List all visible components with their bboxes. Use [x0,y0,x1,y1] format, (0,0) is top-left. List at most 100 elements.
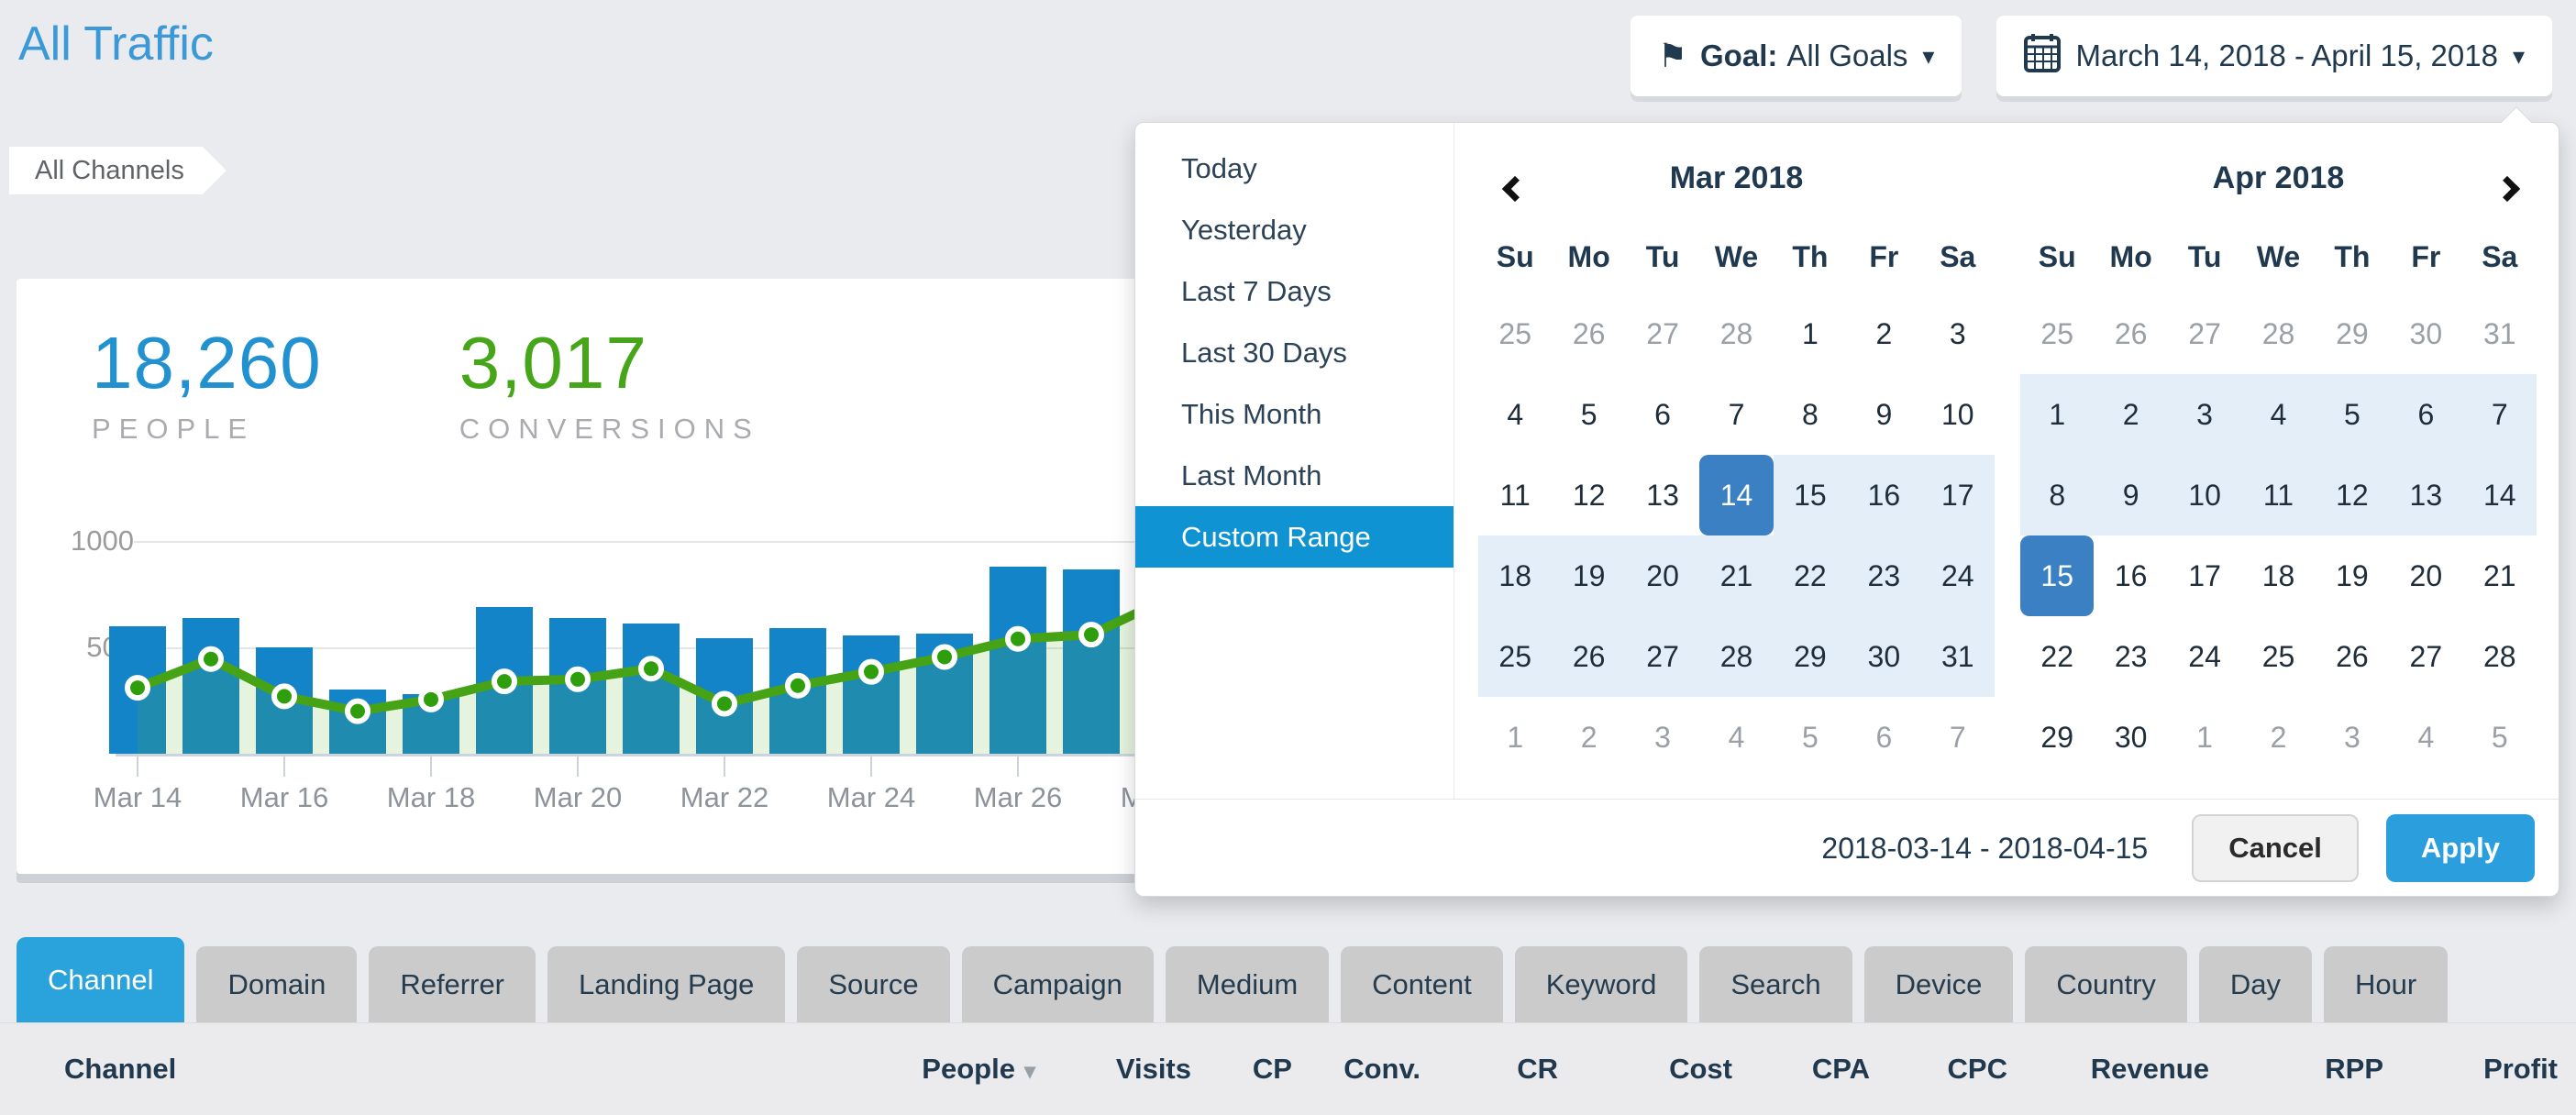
tab-content[interactable]: Content [1341,946,1503,1022]
tab-country[interactable]: Country [2025,946,2187,1022]
day-cell[interactable]: 19 [1552,535,1625,616]
day-cell[interactable]: 7 [1921,697,1995,778]
tab-landing-page[interactable]: Landing Page [547,946,785,1022]
day-cell[interactable]: 10 [2168,455,2241,535]
day-cell[interactable]: 20 [2389,535,2462,616]
day-cell[interactable]: 26 [1552,616,1625,697]
day-cell[interactable]: 28 [2241,293,2315,374]
day-cell[interactable]: 25 [2241,616,2315,697]
day-cell[interactable]: 4 [2389,697,2462,778]
day-cell[interactable]: 9 [2094,455,2167,535]
column-header-visits[interactable]: Visits [1035,1053,1191,1086]
day-cell[interactable]: 11 [1478,455,1552,535]
day-cell[interactable]: 2 [2094,374,2167,455]
tab-referrer[interactable]: Referrer [369,946,536,1022]
day-cell[interactable]: 27 [2168,293,2241,374]
day-cell[interactable]: 18 [1478,535,1552,616]
day-cell[interactable]: 2 [1552,697,1625,778]
day-cell[interactable]: 5 [2463,697,2537,778]
day-cell[interactable]: 28 [2463,616,2537,697]
day-cell[interactable]: 24 [2168,616,2241,697]
day-cell[interactable]: 16 [1847,455,1920,535]
day-cell[interactable]: 22 [2020,616,2094,697]
day-cell[interactable]: 25 [2020,293,2094,374]
day-cell[interactable]: 1 [1774,293,1847,374]
goal-selector-button[interactable]: ⚑ Goal: All Goals ▾ [1631,16,1962,96]
day-cell[interactable]: 30 [2389,293,2462,374]
day-cell[interactable]: 1 [1478,697,1552,778]
day-cell[interactable]: 27 [1626,293,1699,374]
day-cell[interactable]: 3 [2168,374,2241,455]
day-cell[interactable]: 10 [1921,374,1995,455]
day-cell[interactable]: 1 [2168,697,2241,778]
column-header-people[interactable]: People▾ [889,1053,1035,1086]
day-cell[interactable]: 4 [2241,374,2315,455]
day-cell[interactable]: 5 [1774,697,1847,778]
day-cell[interactable]: 7 [2463,374,2537,455]
day-cell[interactable]: 8 [2020,455,2094,535]
day-cell[interactable]: 17 [2168,535,2241,616]
day-cell[interactable]: 12 [1552,455,1625,535]
day-cell[interactable]: 24 [1921,535,1995,616]
day-cell[interactable]: 29 [1774,616,1847,697]
day-cell[interactable]: 5 [2316,374,2389,455]
day-cell[interactable]: 13 [2389,455,2462,535]
day-cell[interactable]: 11 [2241,455,2315,535]
day-cell[interactable]: 17 [1921,455,1995,535]
column-header-rpp[interactable]: RPP [2209,1053,2383,1086]
day-cell[interactable]: 12 [2316,455,2389,535]
date-range-button[interactable]: March 14, 2018 - April 15, 2018 ▾ [1996,16,2552,96]
day-cell[interactable]: 26 [2094,293,2167,374]
apply-button[interactable]: Apply [2386,814,2535,882]
day-cell[interactable]: 6 [1626,374,1699,455]
day-cell[interactable]: 6 [2389,374,2462,455]
day-cell[interactable]: 20 [1626,535,1699,616]
preset-item-last-30-days[interactable]: Last 30 Days [1135,322,1454,383]
day-cell[interactable]: 28 [1699,293,1773,374]
day-cell[interactable]: 4 [1478,374,1552,455]
tab-device[interactable]: Device [1864,946,2014,1022]
day-cell[interactable]: 30 [1847,616,1920,697]
preset-item-last-month[interactable]: Last Month [1135,445,1454,506]
tab-hour[interactable]: Hour [2324,946,2448,1022]
day-cell[interactable]: 13 [1626,455,1699,535]
day-cell[interactable]: 31 [2463,293,2537,374]
day-cell[interactable]: 3 [2316,697,2389,778]
tab-channel[interactable]: Channel [17,937,184,1022]
day-cell[interactable]: 21 [2463,535,2537,616]
day-cell[interactable]: 31 [1921,616,1995,697]
tab-medium[interactable]: Medium [1166,946,1329,1022]
column-header-revenue[interactable]: Revenue [2007,1053,2209,1086]
day-cell[interactable]: 5 [1552,374,1625,455]
day-cell[interactable]: 3 [1921,293,1995,374]
day-cell[interactable]: 1 [2020,374,2094,455]
preset-item-this-month[interactable]: This Month [1135,383,1454,445]
day-cell[interactable]: 8 [1774,374,1847,455]
day-cell[interactable]: 23 [2094,616,2167,697]
cancel-button[interactable]: Cancel [2192,814,2359,882]
day-cell[interactable]: 15 [1774,455,1847,535]
column-header-channel[interactable]: Channel [64,1053,889,1086]
day-cell[interactable]: 2 [2241,697,2315,778]
column-header-profit[interactable]: Profit [2383,1053,2558,1086]
preset-item-last-7-days[interactable]: Last 7 Days [1135,260,1454,322]
preset-item-today[interactable]: Today [1135,138,1454,199]
day-cell[interactable]: 14 [2463,455,2537,535]
tab-day[interactable]: Day [2199,946,2312,1022]
preset-item-yesterday[interactable]: Yesterday [1135,199,1454,260]
day-cell[interactable]: 25 [1478,616,1552,697]
day-cell[interactable]: 22 [1774,535,1847,616]
day-cell[interactable]: 23 [1847,535,1920,616]
tab-domain[interactable]: Domain [196,946,357,1022]
day-cell[interactable]: 26 [2316,616,2389,697]
day-cell[interactable]: 14 [1699,455,1773,535]
column-header-conv-[interactable]: Conv. [1292,1053,1421,1086]
day-cell[interactable]: 4 [1699,697,1773,778]
day-cell[interactable]: 21 [1699,535,1773,616]
day-cell[interactable]: 26 [1552,293,1625,374]
day-cell[interactable]: 19 [2316,535,2389,616]
day-cell[interactable]: 29 [2020,697,2094,778]
column-header-cpa[interactable]: CPA [1732,1053,1870,1086]
column-header-cp[interactable]: CP [1191,1053,1292,1086]
day-cell[interactable]: 2 [1847,293,1920,374]
